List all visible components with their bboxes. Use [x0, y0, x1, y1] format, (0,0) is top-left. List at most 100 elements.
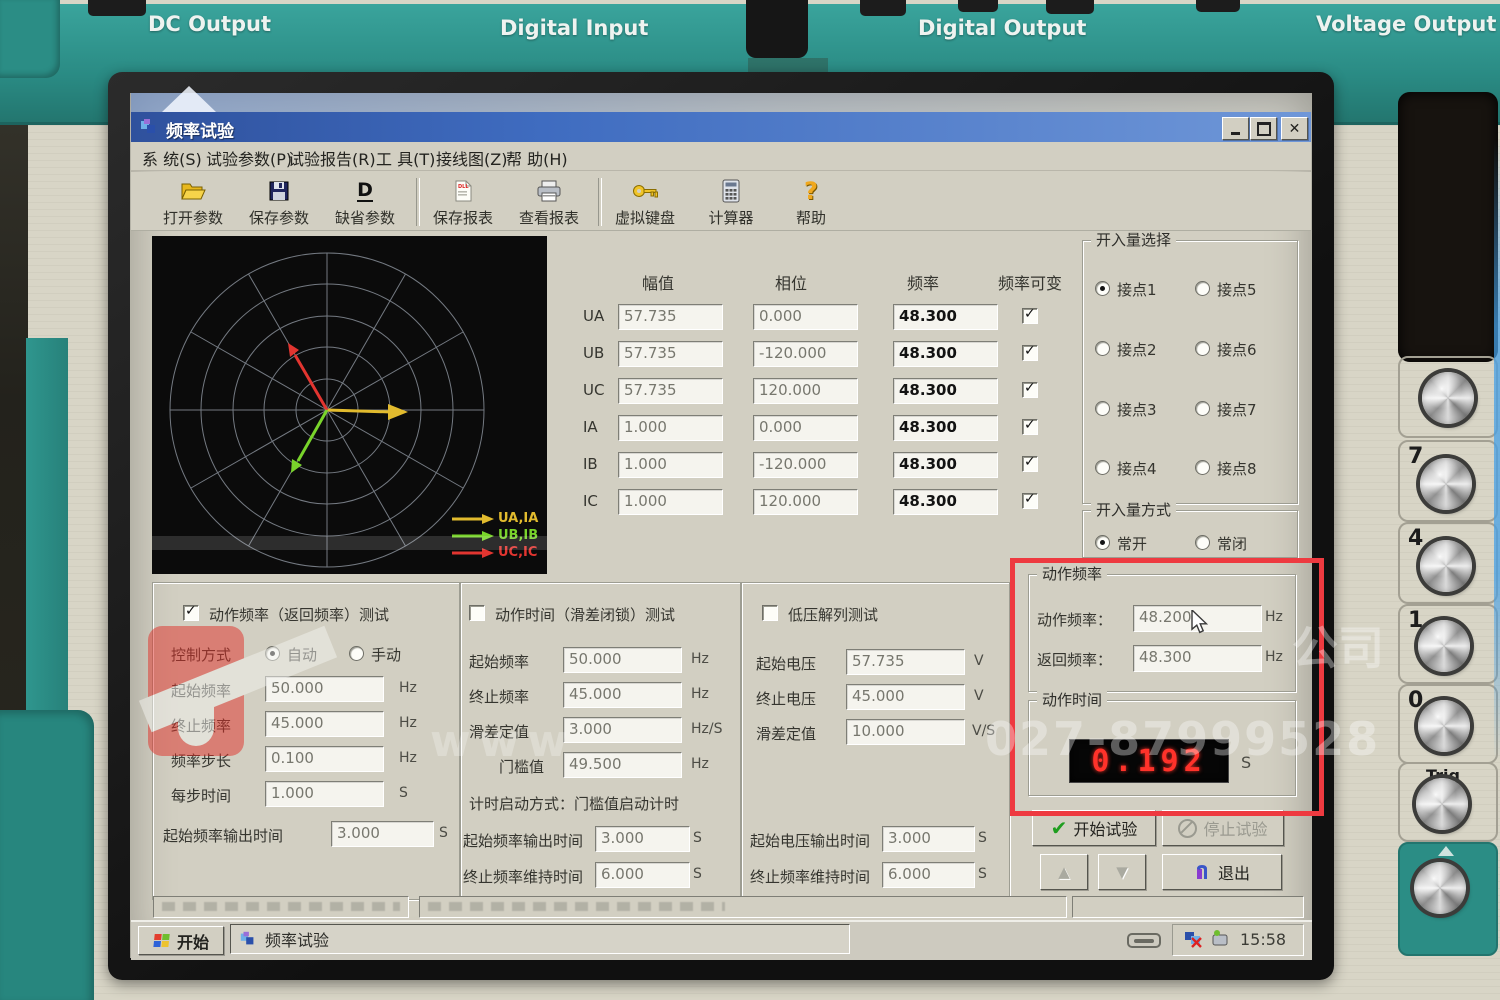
window-titlebar [131, 112, 1311, 142]
radio-contact-8[interactable] [1195, 460, 1210, 475]
window-title: 频率试验 [166, 122, 234, 142]
amplitude-input[interactable]: 57.735 [618, 378, 723, 404]
radio-contact-7[interactable] [1195, 401, 1210, 416]
radio-contact-1[interactable] [1095, 281, 1110, 296]
phase-input[interactable]: 0.000 [753, 304, 858, 330]
frequency-input[interactable]: 48.300 [893, 304, 998, 330]
freq-variable-checkbox[interactable]: ✓ [1022, 343, 1038, 361]
toolbar-help[interactable]: ? 帮助 [770, 176, 852, 228]
start-freq-output-time-input[interactable]: 3.000 [595, 826, 690, 852]
timing-note: 计时启动方式：门槛值启动计时 [469, 795, 680, 813]
amplitude-input[interactable]: 1.000 [618, 452, 723, 478]
right-edge-glow [1494, 140, 1500, 760]
radio-contact-4[interactable] [1095, 460, 1110, 475]
menu-test-report[interactable]: 试验报告(R) [288, 146, 376, 170]
step-down-button[interactable]: ▼ [1098, 854, 1146, 890]
phase-input[interactable]: 120.000 [753, 489, 858, 515]
amplitude-input[interactable]: 57.735 [618, 341, 723, 367]
slip-setting-input[interactable]: 3.000 [563, 717, 682, 743]
menu-test-params[interactable]: 试验参数(P) [206, 146, 292, 170]
end-freq-input[interactable]: 45.000 [563, 682, 682, 708]
freq-variable-checkbox[interactable]: ✓ [1022, 491, 1038, 509]
watermark-company: 公司 [1292, 621, 1384, 675]
frequency-input[interactable]: 48.300 [893, 378, 998, 404]
freq-variable-checkbox[interactable]: ✓ [1022, 306, 1038, 324]
toolbar-save-params[interactable]: 保存参数 [238, 176, 320, 228]
toolbar-calculator[interactable]: 计算器 [690, 176, 772, 228]
menu-wiring-diagram[interactable]: 接线图(Z) [436, 146, 507, 170]
toolbar-open-params[interactable]: 打开参数 [152, 176, 234, 228]
radio-manual[interactable] [349, 646, 364, 661]
taskbar-app-button[interactable]: 频率试验 [230, 924, 850, 954]
start-menu-button[interactable]: 开始 [138, 926, 224, 955]
end-freq-hold-time-input[interactable]: 6.000 [595, 862, 690, 888]
phase-input[interactable]: 120.000 [753, 378, 858, 404]
action-time-test-checkbox[interactable] [469, 605, 485, 621]
radio-contact-5[interactable] [1195, 281, 1210, 296]
maximize-button[interactable] [1250, 117, 1277, 140]
cable-connector [746, 0, 808, 58]
toolbar-default-params[interactable]: D 缺省参数 [324, 176, 406, 228]
frequency-input[interactable]: 48.300 [893, 415, 998, 441]
input-select-group: 开入量选择 接点1 接点5 接点2 接点6 接点3 接点7 接点4 接点8 [1082, 231, 1298, 504]
freq-variable-checkbox[interactable]: ✓ [1022, 417, 1038, 435]
radio-contact-2[interactable] [1095, 341, 1110, 356]
phase-input[interactable]: -120.000 [753, 341, 858, 367]
check-icon: ✓ [1024, 417, 1036, 433]
start-voltage-input[interactable]: 57.735 [846, 649, 965, 675]
step-time-input[interactable]: 1.000 [265, 781, 384, 807]
clock[interactable]: 15:58 [1240, 930, 1286, 949]
toolbar-save-report[interactable]: DLL 保存报表 [422, 176, 504, 228]
radio-normally-open[interactable] [1095, 535, 1110, 550]
undervoltage-test-checkbox[interactable] [762, 605, 778, 621]
toolbar-virtual-keyboard[interactable]: 虚拟键盘 [604, 176, 686, 228]
threshold-input[interactable]: 49.500 [563, 752, 682, 778]
exit-button[interactable]: 退出 [1162, 854, 1282, 890]
check-icon: ✓ [1024, 491, 1036, 507]
col-header-amplitude: 幅值 [642, 274, 675, 293]
connector-stub [88, 0, 146, 16]
device-lcd-window [1398, 92, 1498, 362]
frequency-input[interactable]: 48.300 [893, 489, 998, 515]
keypad-label-1: 1 [1408, 608, 1424, 633]
printer-tray-icon[interactable] [1126, 930, 1162, 950]
toolbar-view-report[interactable]: 查看报表 [508, 176, 590, 228]
close-button[interactable]: ✕ [1281, 117, 1308, 140]
radio-normally-closed[interactable] [1195, 535, 1210, 550]
radio-contact-3[interactable] [1095, 401, 1110, 416]
slip-setting-input[interactable]: 10.000 [846, 719, 965, 745]
phasor-legend-ua: UA,IA [498, 511, 539, 526]
network-offline-icon[interactable] [1184, 930, 1204, 948]
end-freq-hold-time-input[interactable]: 6.000 [882, 862, 975, 888]
status-segment-1 [153, 896, 409, 918]
amplitude-input[interactable]: 1.000 [618, 489, 723, 515]
start-freq-output-time-input[interactable]: 3.000 [331, 821, 434, 847]
start-freq-input[interactable]: 50.000 [563, 647, 682, 673]
toolbar-separator [416, 178, 420, 226]
menu-system[interactable]: 系 统(S) [142, 146, 202, 170]
test-title: 低压解列测试 [788, 606, 879, 624]
amplitude-input[interactable]: 1.000 [618, 415, 723, 441]
keypad-knob-1 [1418, 620, 1470, 672]
phase-input[interactable]: 0.000 [753, 415, 858, 441]
radio-contact-6[interactable] [1195, 341, 1210, 356]
col-header-frequency: 频率 [907, 274, 940, 293]
minimize-button[interactable] [1222, 117, 1249, 140]
amplitude-input[interactable]: 57.735 [618, 304, 723, 330]
device-tray-icon[interactable] [1210, 929, 1230, 948]
frequency-input[interactable]: 48.300 [893, 452, 998, 478]
freq-variable-checkbox[interactable]: ✓ [1022, 454, 1038, 472]
col-header-phase: 相位 [775, 274, 808, 293]
teal-corner-bottom-left [0, 710, 94, 1000]
menu-help[interactable]: 帮 助(H) [506, 146, 568, 170]
freq-variable-checkbox[interactable]: ✓ [1022, 380, 1038, 398]
step-up-button[interactable]: ▲ [1040, 854, 1088, 890]
keypad-cell-1: 1 [1398, 604, 1498, 684]
end-voltage-input[interactable]: 45.000 [846, 684, 965, 710]
start-voltage-output-time-input[interactable]: 3.000 [882, 826, 975, 852]
phase-input[interactable]: -120.000 [753, 452, 858, 478]
open-folder-icon [152, 178, 234, 204]
frequency-input[interactable]: 48.300 [893, 341, 998, 367]
menu-tools[interactable]: 工 具(T) [376, 146, 435, 170]
row-label: UB [583, 344, 605, 362]
